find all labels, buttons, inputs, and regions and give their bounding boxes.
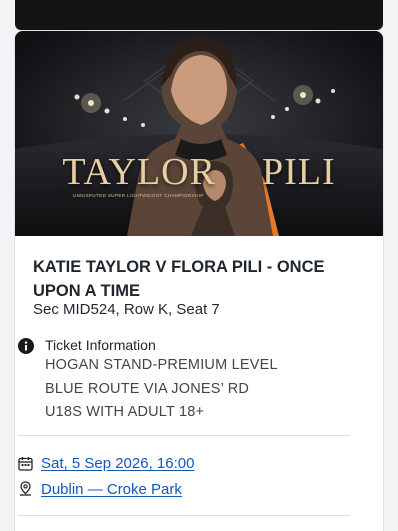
event-title: KATIE TAYLOR V FLORA PILI - ONCE UPON A … — [33, 258, 325, 300]
hero-title-right: PILI — [261, 151, 336, 193]
section-divider — [18, 435, 350, 436]
location-pin-icon — [20, 481, 31, 496]
ticket-info-label: Ticket Information — [45, 337, 156, 353]
ticket-info-line: BLUE ROUTE VIA JONES’ RD — [45, 381, 250, 397]
hero-artwork — [15, 31, 383, 236]
section-divider — [18, 515, 350, 516]
event-hero-image: TAYLOR PILI UNDISPUTED SUPER LIGHTWEIGHT … — [15, 31, 383, 236]
calendar-icon — [18, 457, 33, 471]
ticket-info-line: HOGAN STAND-PREMIUM LEVEL — [45, 357, 278, 373]
venue-link[interactable]: Dublin — Croke Park — [41, 481, 182, 498]
event-date-link[interactable]: Sat, 5 Sep 2026, 16:00 — [41, 455, 194, 472]
hero-title: TAYLOR PILI — [15, 150, 383, 194]
top-bar — [15, 0, 383, 30]
seat-info: Sec MID524, Row K, Seat 7 — [33, 301, 220, 318]
info-icon — [18, 338, 34, 354]
hero-subtitle: UNDISPUTED SUPER LIGHTWEIGHT CHAMPIONSHI… — [73, 193, 204, 198]
ticket-info-line: U18S WITH ADULT 18+ — [45, 404, 205, 420]
hero-title-left: TAYLOR — [62, 151, 216, 193]
